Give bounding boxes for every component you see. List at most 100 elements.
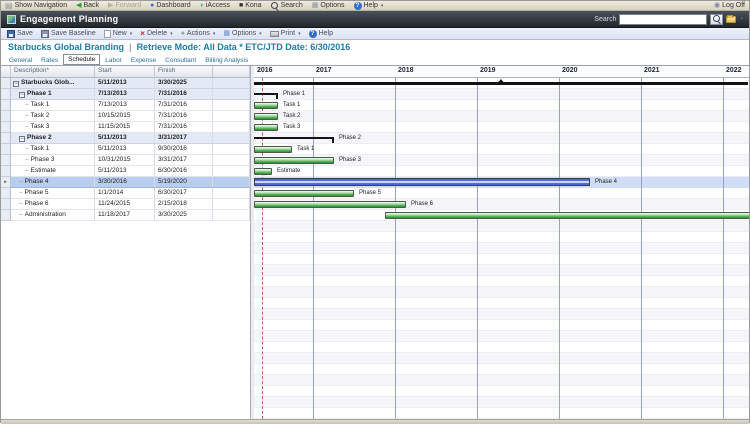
row-gutter-cell[interactable] — [1, 166, 11, 177]
gantt-bar-task[interactable] — [254, 146, 292, 153]
options-button[interactable]: ▦ Options ▾ — [223, 30, 261, 38]
help-button[interactable]: ? Help — [308, 29, 333, 38]
year-gridline — [395, 66, 396, 419]
table-row[interactable]: – Phase 5 1/1/2014 6/30/2017 — [1, 188, 250, 199]
search-input[interactable] — [619, 13, 708, 25]
print-button[interactable]: Print ▾ — [269, 30, 301, 37]
table-row[interactable]: − Phase 2 5/11/2013 3/31/2017 — [1, 133, 250, 144]
table-row[interactable]: – Estimate 5/11/2013 6/30/2016 — [1, 166, 250, 177]
folder-dropdown-caret[interactable]: ▾ — [740, 16, 743, 22]
gantt-bar-label: Phase 6 — [411, 201, 434, 207]
gantt-bar-task[interactable] — [254, 168, 272, 175]
nav-item-kona[interactable]: ■ Kona — [239, 2, 262, 10]
collapse-toggle-icon[interactable]: − — [19, 136, 25, 142]
column-header-finish[interactable]: Finish — [155, 66, 213, 77]
gantt-bar-label: Task 1 — [283, 102, 301, 108]
finish-date-cell: 6/30/2016 — [155, 166, 213, 177]
row-gutter-cell[interactable] — [1, 155, 11, 166]
retrieve-mode-text: Retrieve Mode: All Data * ETC/JTD Date: … — [136, 41, 351, 52]
tab-general[interactable]: General — [5, 56, 36, 65]
gantt-bar-task[interactable] — [254, 124, 278, 131]
save-button[interactable]: Save — [7, 29, 33, 38]
start-date-cell: 10/31/2015 — [95, 155, 155, 166]
gantt-bar-summary[interactable] — [254, 93, 278, 99]
column-header-extra[interactable] — [213, 66, 250, 77]
gantt-bar-label: Phase 4 — [595, 179, 618, 185]
search-go-button[interactable] — [710, 13, 724, 25]
logoff-button[interactable]: ◉ Log Off — [714, 2, 745, 10]
row-gutter-cell[interactable] — [1, 78, 11, 89]
column-header-description[interactable]: Description* — [11, 66, 95, 77]
task-name: Task 2 — [30, 112, 50, 119]
row-gutter-cell[interactable] — [1, 210, 11, 221]
nav-item-iaccess[interactable]: ◗ iAccess — [200, 2, 230, 10]
column-header-start[interactable]: Start — [95, 66, 155, 77]
bottom-scroll-strip[interactable] — [1, 419, 749, 424]
save-baseline-button[interactable]: Save Baseline — [40, 29, 96, 38]
table-row[interactable]: – Task 2 10/15/2015 7/31/2016 — [1, 111, 250, 122]
table-row[interactable]: – Task 1 5/11/2013 9/30/2016 — [1, 144, 250, 155]
tree-branch-icon: – — [19, 200, 23, 207]
table-row[interactable]: − Phase 1 7/13/2013 7/31/2016 — [1, 89, 250, 100]
task-name: Task 1 — [30, 145, 50, 152]
nav-item-options[interactable]: ▦ Options — [312, 2, 345, 10]
titlebar-search-area: Search ▾ — [594, 13, 743, 25]
table-row[interactable]: – Phase 6 11/24/2015 2/15/2018 — [1, 199, 250, 210]
collapse-toggle-icon[interactable]: − — [19, 92, 25, 98]
table-row[interactable]: – Phase 3 10/31/2015 3/31/2017 — [1, 155, 250, 166]
print-icon — [269, 30, 279, 37]
help-icon: ? — [353, 1, 362, 10]
delete-button[interactable]: × Delete ▾ — [140, 29, 172, 38]
gantt-bar-task[interactable] — [254, 113, 278, 120]
row-gutter-cell[interactable] — [1, 100, 11, 111]
gantt-row-stripe — [254, 342, 749, 353]
table-row[interactable]: − Starbucks Glob... 5/11/2013 3/30/2025 — [1, 78, 250, 89]
row-gutter-cell[interactable]: ▸ — [1, 177, 11, 188]
gantt-row-stripe — [254, 166, 749, 177]
gantt-bar-task[interactable] — [254, 201, 406, 208]
row-gutter-cell[interactable] — [1, 199, 11, 210]
gantt-row-stripe — [254, 408, 749, 419]
gantt-bar-task[interactable] — [385, 212, 749, 219]
row-gutter-cell[interactable] — [1, 122, 11, 133]
table-row[interactable]: – Task 1 7/13/2013 7/31/2016 — [1, 100, 250, 111]
task-description-cell: – Phase 5 — [11, 188, 95, 199]
new-button[interactable]: New ▾ — [103, 29, 132, 38]
tab-rates[interactable]: Rates — [37, 56, 62, 65]
table-row[interactable]: – Administration 11/18/2017 3/30/2025 — [1, 210, 250, 221]
start-date-cell: 5/11/2013 — [95, 133, 155, 144]
finish-date-cell: 3/31/2017 — [155, 155, 213, 166]
nav-item-forward[interactable]: ▶ Forward — [108, 2, 141, 10]
nav-item-search[interactable]: Search — [270, 1, 303, 10]
table-row[interactable]: – Task 3 11/15/2015 7/31/2016 — [1, 122, 250, 133]
nav-item-help[interactable]: ? Help ▾ — [353, 1, 384, 10]
row-gutter-cell[interactable] — [1, 133, 11, 144]
nav-item-show-navigation[interactable]: ▤ Show Navigation — [5, 1, 67, 10]
gantt-bar-selected[interactable] — [254, 178, 590, 186]
folder-icon[interactable] — [726, 14, 737, 23]
gantt-bar-task[interactable] — [254, 102, 278, 109]
gantt-bar-task[interactable] — [254, 157, 334, 164]
gantt-bar-label: Estimate — [277, 168, 301, 174]
tab-schedule[interactable]: Schedule — [63, 54, 101, 65]
row-gutter-cell[interactable] — [1, 89, 11, 100]
tab-billing-analysis[interactable]: Billing Analysis — [201, 56, 252, 65]
collapse-toggle-icon[interactable]: − — [13, 81, 19, 87]
actions-button[interactable]: ● Actions ▾ — [181, 30, 216, 38]
row-gutter-cell[interactable] — [1, 144, 11, 155]
nav-item-dashboard[interactable]: ● Dashboard — [150, 2, 190, 10]
dropdown-caret: ▾ — [380, 2, 384, 9]
tab-labor[interactable]: Labor — [101, 56, 126, 65]
tree-branch-icon: – — [25, 112, 29, 119]
gantt-bar-task[interactable] — [254, 190, 354, 197]
empty-cell — [213, 100, 250, 111]
tab-consultant[interactable]: Consultant — [161, 56, 200, 65]
table-row[interactable]: ▸ – Phase 4 3/30/2016 5/19/2020 — [1, 177, 250, 188]
options2-icon: ▦ — [223, 29, 231, 37]
tab-expense[interactable]: Expense — [127, 56, 160, 65]
nav-item-back[interactable]: ◀ Back — [76, 2, 99, 10]
row-gutter-cell[interactable] — [1, 111, 11, 122]
gantt-bar-summary[interactable] — [254, 137, 334, 143]
row-gutter-cell[interactable] — [1, 188, 11, 199]
task-name: Phase 6 — [24, 200, 49, 207]
